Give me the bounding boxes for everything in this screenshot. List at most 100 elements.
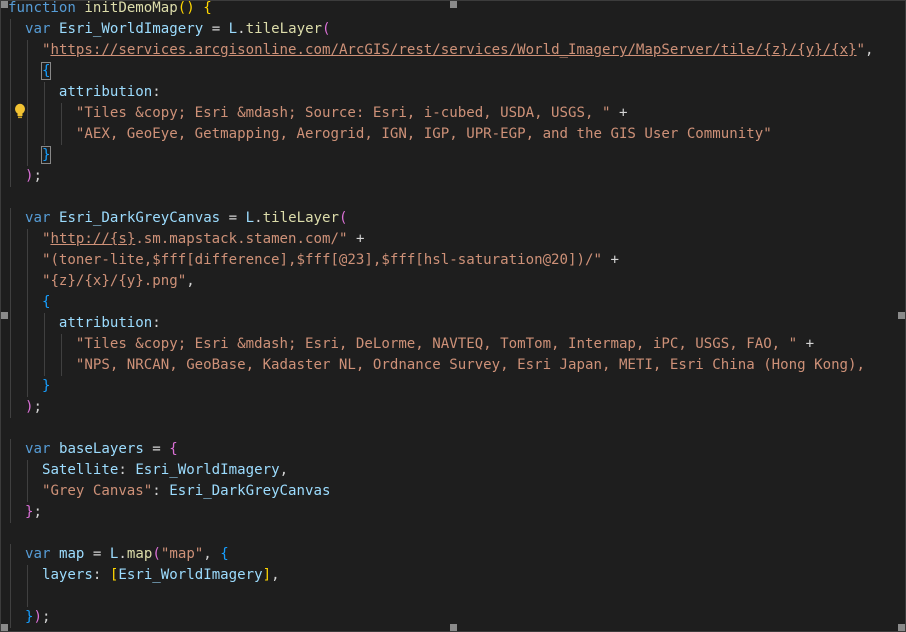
punctuation-token: : — [118, 462, 136, 478]
indentation — [8, 357, 76, 373]
string-token: "{z}/{x}/{y}.png" — [41, 273, 187, 289]
code-line[interactable]: var Esri_DarkGreyCanvas = L.tileLayer( — [8, 208, 905, 229]
identifier-token: Satellite — [41, 462, 119, 478]
indent-guide — [26, 40, 28, 61]
string-token: " — [856, 42, 866, 58]
indent-guide — [26, 250, 28, 271]
indent-guide — [43, 124, 45, 145]
indent-guide — [26, 145, 28, 166]
indent-guide — [10, 313, 11, 334]
code-line[interactable]: ); — [8, 166, 905, 187]
indentation — [8, 84, 59, 100]
resize-handle-icon[interactable] — [450, 624, 457, 631]
code-line[interactable]: "NPS, NRCAN, GeoBase, Kadaster NL, Ordna… — [8, 355, 905, 376]
function-token: tileLayer — [262, 210, 340, 226]
bracket-token: { — [169, 441, 178, 457]
keyword-token: var — [24, 546, 51, 562]
indent-guide — [10, 40, 11, 61]
code-line[interactable]: var baseLayers = { — [8, 439, 905, 460]
code-line[interactable]: attribution: — [8, 313, 905, 334]
code-line[interactable]: "AEX, GeoEye, Getmapping, Aerogrid, IGN,… — [8, 124, 905, 145]
punctuation-token: = — [203, 21, 229, 37]
resize-handle-icon[interactable] — [450, 1, 457, 8]
punctuation-token: ; — [33, 399, 42, 415]
punctuation-token: + — [610, 105, 628, 121]
punctuation-token: . — [254, 210, 263, 226]
code-line[interactable]: "https://services.arcgisonline.com/ArcGI… — [8, 40, 905, 61]
resize-handle-icon[interactable] — [1, 312, 8, 319]
code-line[interactable]: "(toner-lite,$fff[difference],$fff[@23],… — [8, 250, 905, 271]
code-line[interactable]: attribution: — [8, 82, 905, 103]
code-line[interactable]: "Grey Canvas": Esri_DarkGreyCanvas — [8, 481, 905, 502]
punctuation-token: , — [186, 273, 195, 289]
code-line[interactable]: var map = L.map("map", { — [8, 544, 905, 565]
code-line[interactable]: ); — [8, 397, 905, 418]
indent-guide — [10, 439, 11, 460]
indent-guide — [10, 166, 11, 187]
punctuation-token: + — [797, 336, 815, 352]
code-line[interactable]: "http://{s}.sm.mapstack.stamen.com/" + — [8, 229, 905, 250]
indent-guide — [10, 292, 11, 313]
code-line[interactable]: { — [8, 61, 905, 82]
lightbulb-icon[interactable] — [14, 103, 26, 119]
code-line[interactable] — [8, 418, 905, 439]
indent-guide — [43, 355, 45, 376]
code-line[interactable]: } — [8, 145, 905, 166]
punctuation-token: = — [143, 441, 170, 457]
punctuation-token: : — [152, 483, 170, 499]
punctuation-token — [195, 1, 204, 16]
string-token: "Grey Canvas" — [41, 483, 153, 499]
string-token: "Tiles &copy; Esri &mdash; Esri, DeLorme… — [75, 336, 798, 352]
resize-handle-icon[interactable] — [898, 624, 905, 631]
indent-guide — [43, 82, 45, 103]
indent-guide — [10, 19, 11, 40]
indent-guide — [26, 481, 28, 502]
indentation — [8, 126, 76, 142]
bracket-token: { — [220, 546, 229, 562]
code-editor[interactable]: function initDemoMap() { var Esri_WorldI… — [8, 0, 905, 628]
code-line[interactable]: var Esri_WorldImagery = L.tileLayer( — [8, 19, 905, 40]
url-link[interactable]: https://services.arcgisonline.com/ArcGIS… — [50, 42, 856, 58]
indent-guide — [10, 229, 11, 250]
bracket-token: { — [203, 0, 212, 16]
code-line[interactable] — [8, 523, 905, 544]
punctuation-token: , — [279, 462, 289, 478]
indent-guide — [26, 292, 28, 313]
indent-guide — [60, 124, 62, 145]
punctuation-token: , — [865, 42, 874, 58]
identifier-token: layers — [41, 567, 93, 583]
code-line[interactable]: layers: [Esri_WorldImagery], — [8, 565, 905, 586]
function-token: initDemoMap — [84, 0, 178, 16]
indent-guide — [10, 376, 11, 397]
url-link[interactable]: http://{s} — [50, 231, 135, 247]
identifier-token: Esri_DarkGreyCanvas — [169, 483, 331, 499]
indent-guide — [10, 334, 11, 355]
code-line[interactable]: "Tiles &copy; Esri &mdash; Esri, DeLorme… — [8, 334, 905, 355]
punctuation-token: = — [220, 210, 246, 226]
punctuation-token: + — [601, 252, 619, 268]
indent-guide — [60, 103, 62, 124]
identifier-token: map — [58, 546, 85, 562]
code-line[interactable] — [8, 187, 905, 208]
code-line[interactable]: "Tiles &copy; Esri &mdash; Source: Esri,… — [8, 103, 905, 124]
code-line[interactable]: } — [8, 376, 905, 397]
identifier-token: L — [228, 21, 238, 37]
indentation — [8, 42, 42, 58]
identifier-token: baseLayers — [58, 441, 144, 457]
code-line[interactable]: "{z}/{x}/{y}.png", — [8, 271, 905, 292]
code-line[interactable]: { — [8, 292, 905, 313]
indent-guide — [26, 334, 28, 355]
punctuation-token: = — [84, 546, 110, 562]
punctuation-token: + — [347, 231, 365, 247]
punctuation-token: ; — [41, 609, 51, 625]
code-line[interactable]: }; — [8, 502, 905, 523]
resize-handle-icon[interactable] — [1, 624, 8, 631]
indent-guide — [60, 355, 62, 376]
indent-guide — [26, 61, 28, 82]
code-line[interactable] — [8, 586, 905, 607]
indent-guide — [10, 481, 11, 502]
indentation — [8, 567, 42, 583]
resize-handle-icon[interactable] — [1, 1, 8, 8]
resize-handle-icon[interactable] — [898, 312, 905, 319]
code-line[interactable]: Satellite: Esri_WorldImagery, — [8, 460, 905, 481]
